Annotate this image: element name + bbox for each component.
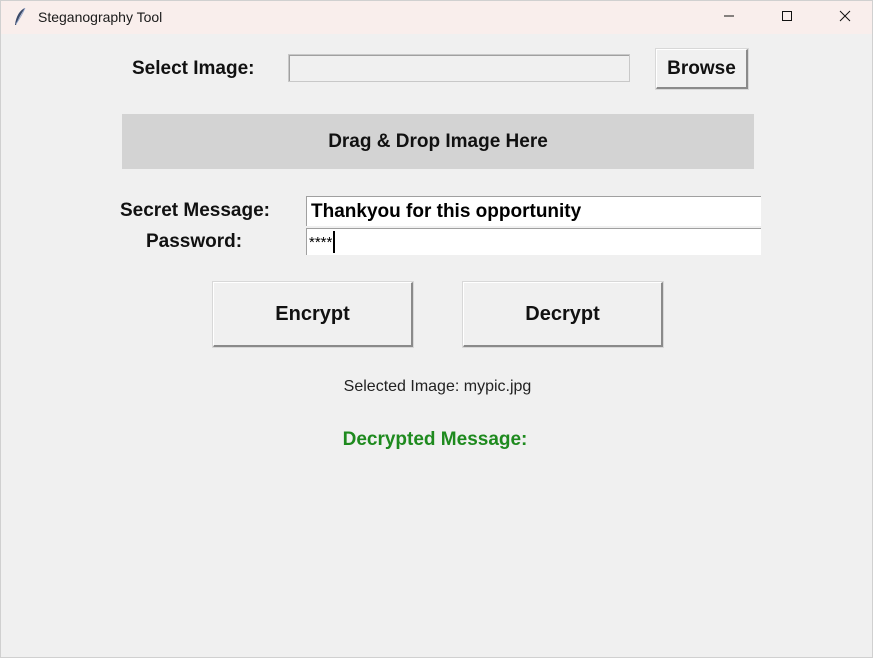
maximize-button[interactable]: [764, 1, 810, 34]
selected-image-status: Selected Image: mypic.jpg: [343, 378, 532, 395]
drop-zone-label: Drag & Drop Image Here: [328, 130, 548, 152]
password-value: ****: [309, 233, 333, 251]
minimize-icon: [723, 9, 735, 27]
browse-button[interactable]: Browse: [655, 48, 749, 90]
title-bar[interactable]: Steganography Tool: [1, 1, 872, 34]
secret-message-label: Secret Message:: [120, 200, 270, 221]
select-image-label: Select Image:: [132, 58, 255, 79]
window-title: Steganography Tool: [38, 9, 163, 25]
close-button[interactable]: [822, 1, 868, 34]
app-window: Steganography Tool Select Image: Browse …: [0, 0, 873, 658]
decrypted-message-label: Decrypted Message:: [342, 429, 528, 450]
text-cursor: [333, 231, 336, 253]
password-label: Password:: [146, 231, 243, 252]
drop-zone[interactable]: Drag & Drop Image Here: [122, 114, 754, 169]
encrypt-button[interactable]: Encrypt: [212, 281, 414, 348]
image-path-field[interactable]: [288, 54, 630, 82]
secret-message-value: Thankyou for this opportunity: [311, 200, 582, 222]
minimize-button[interactable]: [706, 1, 752, 34]
password-input[interactable]: ****: [306, 228, 761, 255]
decrypt-button[interactable]: Decrypt: [462, 281, 664, 348]
maximize-icon: [781, 9, 793, 27]
secret-message-input[interactable]: Thankyou for this opportunity: [306, 196, 761, 226]
close-icon: [839, 9, 851, 27]
feather-icon: [13, 7, 27, 27]
